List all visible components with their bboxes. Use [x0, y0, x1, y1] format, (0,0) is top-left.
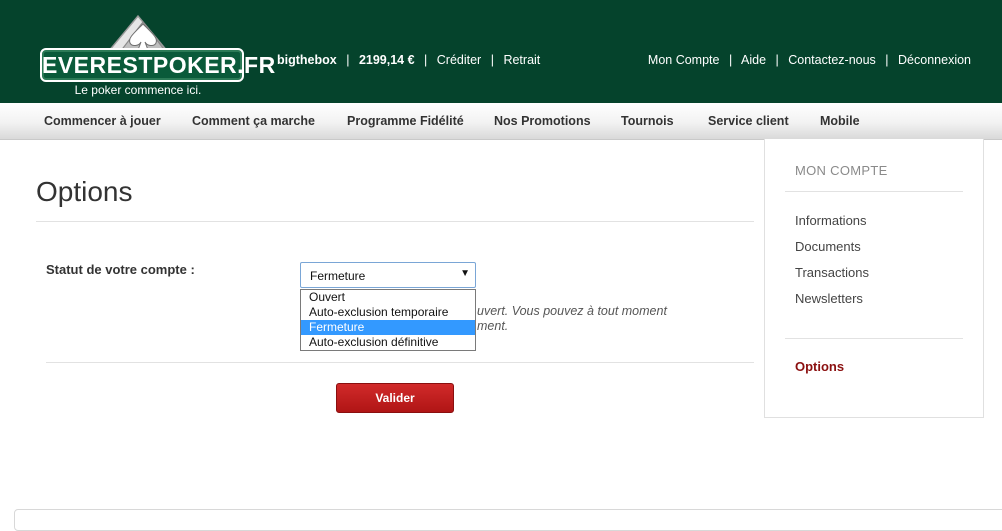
account-status-label: Statut de votre compte :: [46, 262, 195, 277]
separator: |: [424, 53, 428, 67]
separator: |: [728, 53, 733, 67]
logo-tagline: Le poker commence ici.: [74, 83, 202, 97]
logo-wordmark: EVERESTPOKER.FR: [42, 52, 276, 78]
nav-item-how-it-works[interactable]: Comment ça marche: [192, 114, 315, 128]
status-description-line: uvert. Vous pouvez à tout moment: [477, 304, 667, 318]
nav-item-loyalty[interactable]: Programme Fidélité: [347, 114, 464, 128]
credit-link[interactable]: Créditer: [437, 53, 481, 67]
account-balance: 2199,14 €: [358, 53, 415, 67]
nav-item-tournaments[interactable]: Tournois: [621, 114, 674, 128]
option-open[interactable]: Ouvert: [301, 290, 475, 305]
sidebar-item-newsletters[interactable]: Newsletters: [795, 291, 863, 306]
main-nav: Commencer à jouer Comment ça marche Prog…: [0, 103, 1002, 140]
logout-link[interactable]: Déconnexion: [898, 53, 971, 67]
option-permanent-self-exclusion[interactable]: Auto-exclusion définitive: [301, 335, 475, 350]
site-header: EVERESTPOKER.FR Le poker commence ici. b…: [0, 0, 1002, 103]
sidebar-title: MON COMPTE: [795, 163, 888, 178]
submit-button[interactable]: Valider: [336, 383, 454, 413]
select-current-value: Fermeture: [310, 269, 366, 283]
divider: [36, 221, 754, 222]
sidebar-item-informations[interactable]: Informations: [795, 213, 867, 228]
page-title: Options: [36, 176, 133, 207]
everest-poker-logo[interactable]: EVERESTPOKER.FR Le poker commence ici.: [38, 14, 276, 100]
account-sidebar: MON COMPTE Informations Documents Transa…: [764, 139, 984, 418]
nav-item-mobile[interactable]: Mobile: [820, 114, 860, 128]
logo-wordmark-box: EVERESTPOKER.FR: [40, 48, 276, 82]
option-closure[interactable]: Fermeture: [301, 320, 475, 335]
separator: |: [775, 53, 779, 67]
nav-item-getting-started[interactable]: Commencer à jouer: [44, 114, 161, 128]
nav-item-customer-service[interactable]: Service client: [708, 114, 789, 128]
nav-item-promotions[interactable]: Nos Promotions: [494, 114, 591, 128]
sidebar-item-documents[interactable]: Documents: [795, 239, 861, 254]
contact-link[interactable]: Contactez-nous: [788, 53, 876, 67]
sidebar-item-transactions[interactable]: Transactions: [795, 265, 869, 280]
divider: [785, 191, 963, 192]
separator: |: [346, 53, 350, 67]
my-account-link[interactable]: Mon Compte: [648, 53, 720, 67]
dropdown-arrow-icon: ▼: [460, 268, 470, 279]
withdraw-link[interactable]: Retrait: [503, 53, 540, 67]
spade-mountain-icon: [107, 14, 169, 52]
user-bar: bigthebox | 2199,14 € | Créditer | Retra…: [277, 53, 540, 67]
username: bigthebox: [277, 53, 337, 67]
footer-panel: [14, 509, 1002, 531]
account-status-select[interactable]: Fermeture ▼: [300, 262, 476, 288]
separator: |: [885, 53, 889, 67]
option-temporary-self-exclusion[interactable]: Auto-exclusion temporaire: [301, 305, 475, 320]
divider: [785, 338, 963, 339]
status-description-line: ment.: [477, 319, 509, 333]
account-status-options: Ouvert Auto-exclusion temporaire Fermetu…: [300, 289, 476, 351]
sidebar-item-options[interactable]: Options: [795, 359, 844, 374]
separator: |: [490, 53, 494, 67]
divider: [46, 362, 754, 363]
top-links: Mon Compte | Aide | Contactez-nous | Déc…: [648, 53, 971, 67]
help-link[interactable]: Aide: [741, 53, 766, 67]
